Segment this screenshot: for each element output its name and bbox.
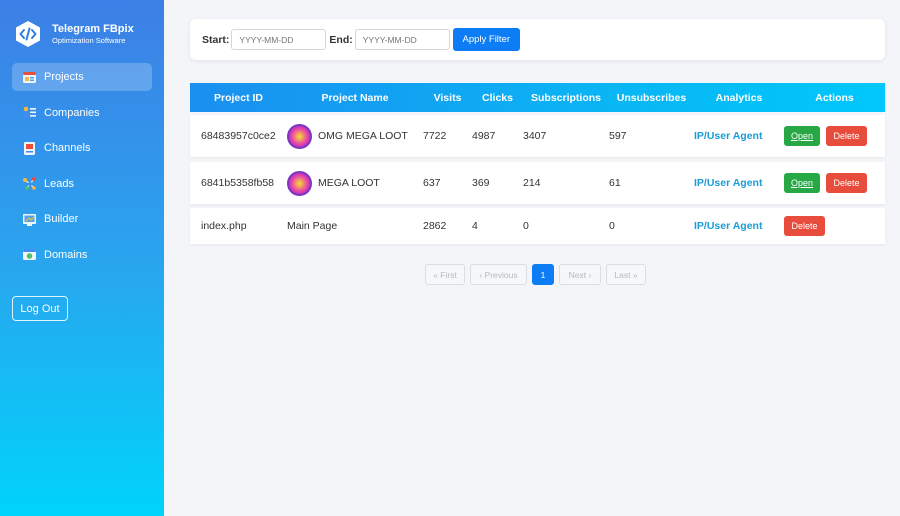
sidebar-item-projects[interactable]: Projects bbox=[12, 63, 152, 91]
cell-clicks: 4 bbox=[472, 220, 478, 232]
builder-icon bbox=[23, 213, 36, 226]
header-project-id: Project ID bbox=[213, 91, 263, 104]
current-page-button[interactable]: 1 bbox=[532, 264, 554, 285]
table-row: index.php Main Page 2862 4 0 0 IP/User A… bbox=[190, 208, 885, 244]
project-avatar bbox=[287, 170, 312, 196]
header-clicks: Clicks bbox=[482, 91, 513, 104]
cell-visits: 2862 bbox=[423, 220, 447, 232]
domains-icon bbox=[23, 249, 36, 260]
leads-icon bbox=[23, 177, 36, 190]
cell-project-id: 6841b5358fb58 bbox=[201, 177, 274, 189]
cell-actions: Delete bbox=[784, 216, 885, 236]
delete-button[interactable]: Delete bbox=[826, 126, 867, 146]
sidebar-item-label: Projects bbox=[44, 71, 84, 83]
cell-project-name: Main Page bbox=[287, 220, 423, 232]
code-logo-icon bbox=[16, 21, 40, 47]
cell-visits: 637 bbox=[423, 177, 441, 189]
apply-filter-button[interactable]: Apply Filter bbox=[452, 28, 520, 51]
sidebar-item-label: Companies bbox=[44, 106, 100, 119]
project-name-text: Main Page bbox=[287, 220, 338, 232]
sidebar-item-domains[interactable]: Domains bbox=[12, 241, 152, 269]
brand: Telegram FBpix Optimization Software bbox=[14, 20, 134, 48]
sidebar-item-companies[interactable]: Companies bbox=[12, 99, 152, 127]
header-actions: Actions bbox=[815, 91, 854, 104]
cell-clicks: 369 bbox=[472, 177, 490, 189]
cell-unsubscribes: 0 bbox=[609, 220, 615, 232]
ip-user-agent-link[interactable]: IP/User Agent bbox=[694, 177, 784, 189]
cell-unsubscribes: 597 bbox=[609, 130, 627, 142]
project-name-text: MEGA LOOT bbox=[318, 177, 380, 189]
cell-subscriptions: 214 bbox=[523, 177, 541, 189]
last-page-button[interactable]: Last » bbox=[606, 264, 646, 285]
project-avatar bbox=[287, 123, 312, 149]
cell-project-id: 68483957c0ce2 bbox=[201, 130, 276, 142]
start-date-input[interactable] bbox=[231, 29, 327, 50]
header-project-name: Project Name bbox=[321, 91, 389, 104]
date-filter-bar: Start: End: Apply Filter bbox=[190, 19, 885, 60]
project-name-text: OMG MEGA LOOT bbox=[318, 130, 408, 142]
sidebar-nav: Projects Companies Channels Leads Builde… bbox=[12, 63, 152, 276]
sidebar: Telegram FBpix Optimization Software Pro… bbox=[0, 0, 164, 516]
brand-subtitle: Optimization Software bbox=[52, 36, 126, 45]
cell-subscriptions: 0 bbox=[523, 220, 529, 232]
table-row: 6841b5358fb58 MEGA LOOT 637 369 214 61 I… bbox=[190, 162, 885, 204]
cell-project-name: MEGA LOOT bbox=[287, 170, 423, 196]
sidebar-item-label: Leads bbox=[44, 177, 74, 190]
delete-button[interactable]: Delete bbox=[826, 173, 867, 193]
channels-icon bbox=[24, 141, 35, 155]
sidebar-item-builder[interactable]: Builder bbox=[12, 205, 152, 233]
cell-project-name: OMG MEGA LOOT bbox=[287, 123, 423, 149]
table-row: 68483957c0ce2 OMG MEGA LOOT 7722 4987 34… bbox=[190, 115, 885, 157]
header-unsubscribes: Unsubscribes bbox=[616, 91, 687, 104]
table-header: Project ID Project Name Visits Clicks Su… bbox=[190, 83, 885, 112]
sidebar-item-label: Builder bbox=[44, 213, 79, 225]
logout-button[interactable]: Log Out bbox=[12, 296, 68, 321]
header-analytics: Analytics bbox=[715, 91, 763, 104]
header-subscriptions: Subscriptions bbox=[530, 91, 601, 104]
open-button[interactable]: Open bbox=[784, 173, 820, 193]
projects-table: Project ID Project Name Visits Clicks Su… bbox=[190, 83, 885, 244]
cell-unsubscribes: 61 bbox=[609, 177, 621, 189]
cell-visits: 7722 bbox=[423, 130, 447, 142]
previous-page-button[interactable]: ‹ Previous bbox=[470, 264, 527, 285]
delete-button[interactable]: Delete bbox=[784, 216, 825, 236]
end-date-input[interactable] bbox=[354, 29, 450, 50]
first-page-button[interactable]: « First bbox=[425, 264, 465, 285]
sidebar-item-label: Domains bbox=[44, 248, 88, 261]
pagination: « First ‹ Previous 1 Next › Last » bbox=[425, 264, 646, 285]
next-page-button[interactable]: Next › bbox=[559, 264, 601, 285]
cell-clicks: 4987 bbox=[472, 130, 496, 142]
companies-icon bbox=[23, 106, 36, 118]
start-label: Start: bbox=[202, 33, 230, 46]
open-button[interactable]: Open bbox=[784, 126, 820, 146]
sidebar-item-label: Channels bbox=[44, 142, 91, 154]
sidebar-item-channels[interactable]: Channels bbox=[12, 134, 152, 162]
cell-actions: Open Delete bbox=[784, 173, 885, 193]
sidebar-item-leads[interactable]: Leads bbox=[12, 170, 152, 198]
cell-subscriptions: 3407 bbox=[523, 130, 547, 142]
end-label: End: bbox=[329, 33, 353, 46]
ip-user-agent-link[interactable]: IP/User Agent bbox=[694, 130, 784, 142]
cell-actions: Open Delete bbox=[784, 126, 885, 146]
projects-icon bbox=[23, 71, 36, 83]
cell-project-id: index.php bbox=[201, 220, 247, 232]
ip-user-agent-link[interactable]: IP/User Agent bbox=[694, 220, 784, 232]
header-visits: Visits bbox=[433, 91, 462, 104]
brand-title: Telegram FBpix bbox=[52, 23, 134, 35]
